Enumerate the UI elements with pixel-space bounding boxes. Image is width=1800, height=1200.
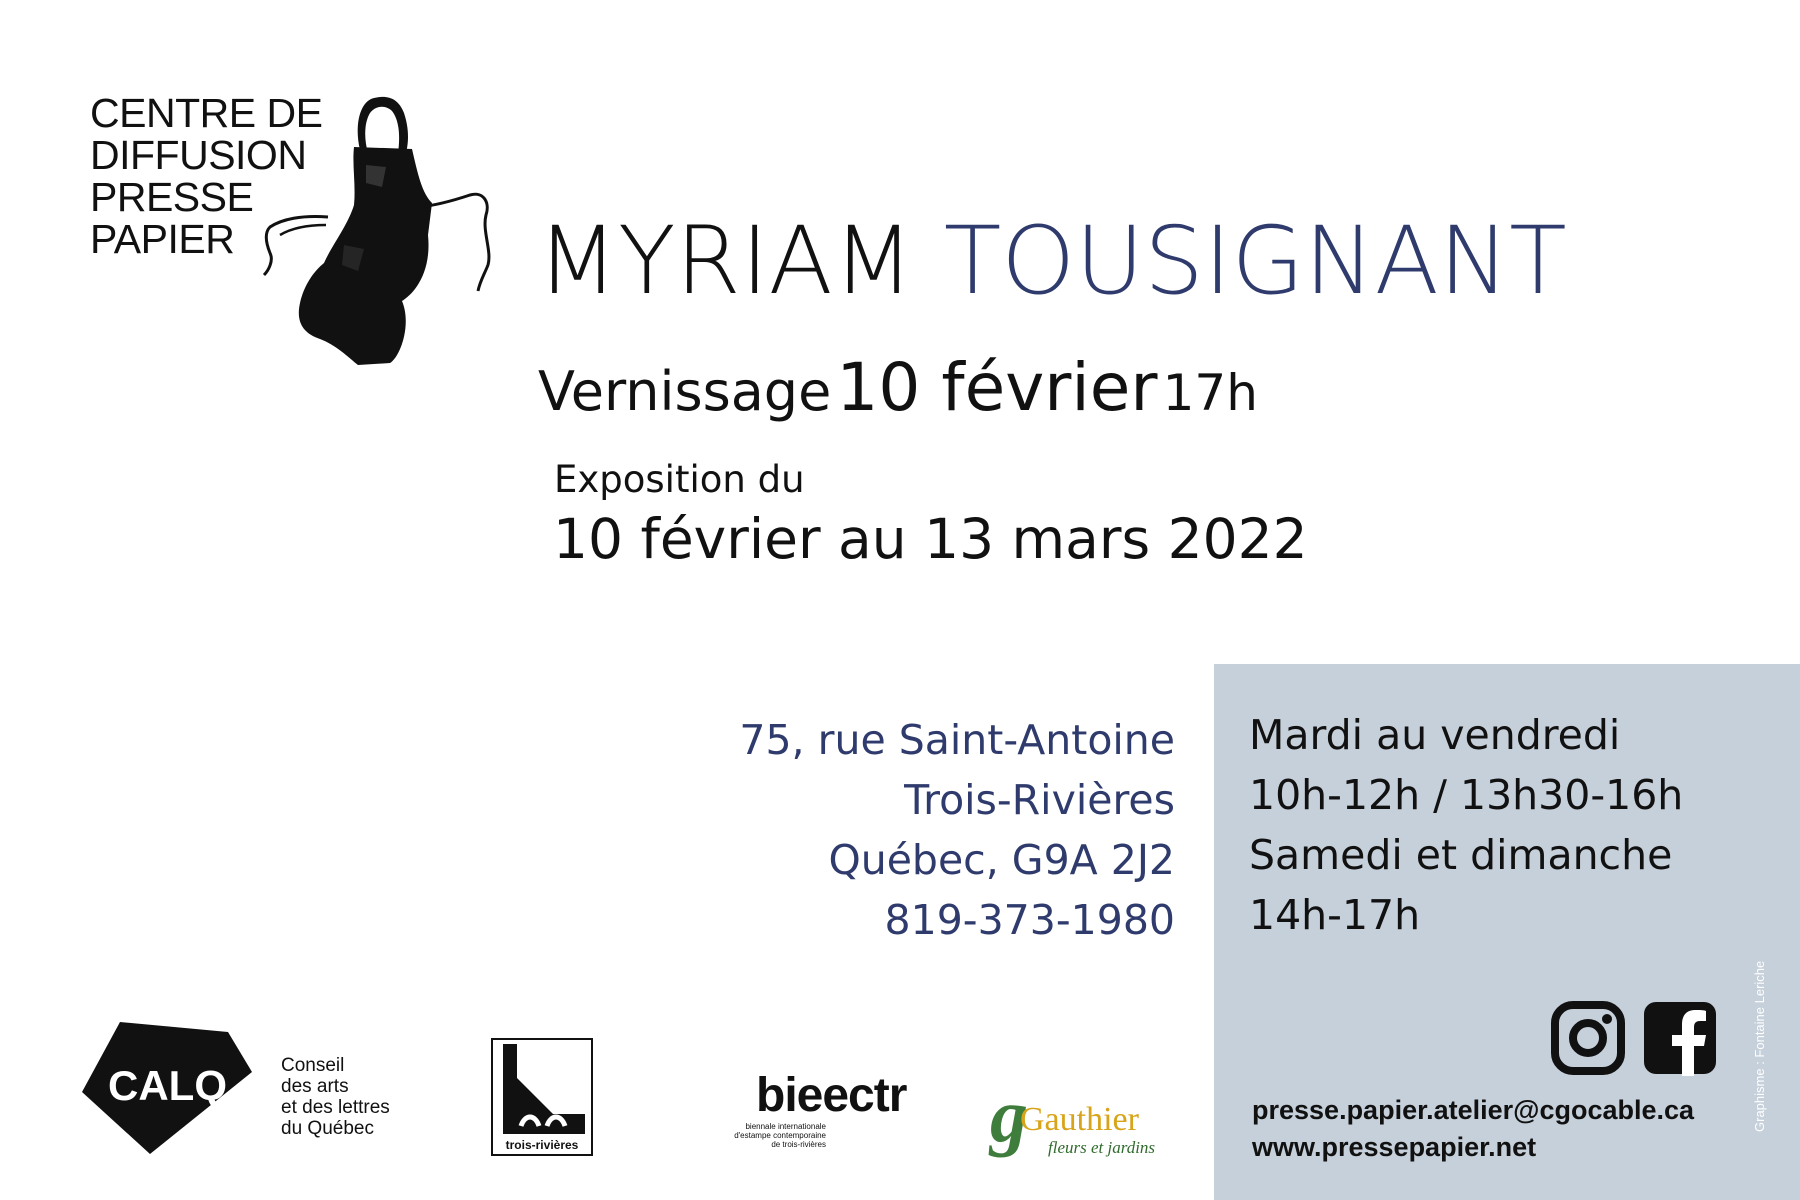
biennale-line: d'estampe contemporaine (734, 1131, 826, 1140)
trois-rivieres-label: trois-rivières (505, 1138, 579, 1152)
calq-line: et des lettres (281, 1097, 390, 1118)
calq-line: Conseil (281, 1055, 345, 1076)
vernissage-label: Vernissage (538, 360, 832, 423)
calq-name: Conseil des arts et des lettres du Québe… (281, 1055, 390, 1139)
contact-block: presse.papier.atelier@cgocable.ca www.pr… (1252, 1092, 1694, 1166)
weekdays-hours: 10h-12h / 13h30-16h (1249, 771, 1684, 819)
calq-line: des arts (281, 1076, 349, 1097)
weekdays-label: Mardi au vendredi (1249, 711, 1621, 759)
biennale-line: biennale internationale (745, 1122, 826, 1131)
calq-logo: CALQ (82, 1022, 252, 1154)
biennale-logo: bieectr (756, 1069, 907, 1122)
gauthier-tagline: fleurs et jardins (1048, 1138, 1156, 1157)
vernissage-date: 10 février (836, 349, 1158, 426)
website-link[interactable]: www.pressepapier.net (1252, 1129, 1694, 1166)
address-phone: 819-373-1980 (884, 896, 1175, 944)
vernissage-line: Vernissage 10 février 17h (538, 348, 1258, 445)
facebook-icon[interactable] (1642, 1000, 1718, 1076)
address-city: Trois-Rivières (904, 776, 1175, 824)
address-province: Québec, G9A 2J2 (828, 836, 1175, 884)
opening-hours: Mardi au vendredi 10h-12h / 13h30-16h Sa… (1249, 705, 1683, 945)
gauthier-name: Gauthier (1020, 1101, 1139, 1138)
artist-first-name: MYRIAM (537, 207, 914, 316)
exposition-label: Exposition du (554, 458, 805, 501)
calq-line: du Québec (281, 1118, 374, 1139)
weekend-label: Samedi et dimanche (1249, 831, 1673, 879)
instagram-icon[interactable] (1550, 1000, 1626, 1076)
weekend-hours: 14h-17h (1249, 891, 1421, 939)
address-block: 75, rue Saint-Antoine Trois-Rivières Qué… (739, 710, 1175, 950)
apron-icon (262, 96, 491, 365)
biennale-line: de trois-rivières (771, 1140, 826, 1149)
calq-mark: CALQ (108, 1062, 227, 1109)
artist-name: MYRIAM TOUSIGNANT (537, 212, 1567, 312)
email-link[interactable]: presse.papier.atelier@cgocable.ca (1252, 1092, 1694, 1129)
artist-last-name: TOUSIGNANT (943, 207, 1567, 316)
biennale-subtitle: biennale internationale d'estampe contem… (686, 1122, 826, 1149)
exposition-dates: 10 février au 13 mars 2022 (553, 507, 1308, 571)
address-street: 75, rue Saint-Antoine (739, 716, 1175, 764)
vernissage-time: 17h (1162, 364, 1258, 422)
design-credit: Graphisme : Fontaine Leriche (1752, 960, 1767, 1132)
